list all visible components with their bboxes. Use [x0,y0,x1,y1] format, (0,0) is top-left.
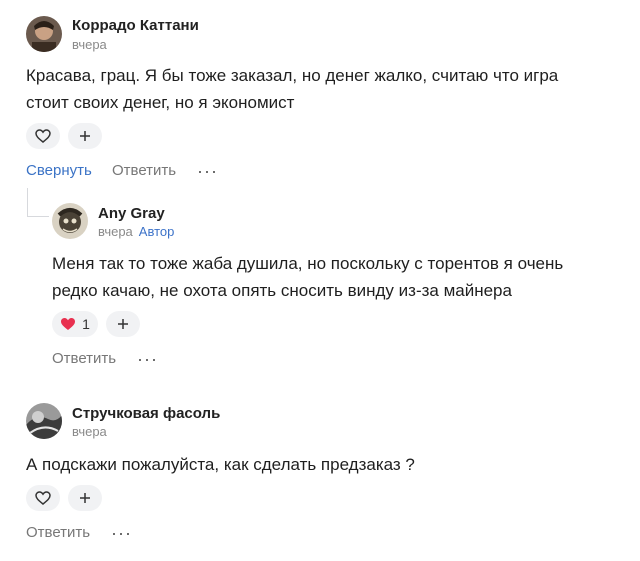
like-button[interactable] [26,123,60,149]
reply-author[interactable]: Any Gray [98,205,165,222]
more-icon[interactable]: ··· [197,162,218,180]
heart-icon [35,129,51,143]
add-reaction-button[interactable] [68,123,102,149]
like-button[interactable] [26,485,60,511]
avatar[interactable] [52,203,88,239]
like-button[interactable]: 1 [52,311,98,337]
reply-button[interactable]: Ответить [112,162,176,179]
comment-author[interactable]: Коррадо Каттани [72,17,199,34]
heart-filled-icon [61,318,76,330]
more-icon[interactable]: ··· [111,524,132,542]
reply-meta: вчера Автор [98,224,174,239]
heart-icon [35,491,51,505]
reply-time: вчера [98,224,133,239]
reply-button[interactable]: Ответить [26,524,90,541]
add-reaction-button[interactable] [106,311,140,337]
reply-button[interactable]: Ответить [52,350,116,367]
comment-text-line2: стоит своих денег, но я экономист [26,93,295,112]
reply-text-line2: редко качаю, не охота опять сносить винд… [52,281,512,300]
plus-icon [118,319,128,329]
comment-time: вчера [72,424,107,439]
comment-author[interactable]: Стручковая фасоль [72,405,220,422]
thread-connector [27,216,49,217]
comment-text: Красава, грац. Я бы тоже заказал, но ден… [26,66,559,85]
author-badge: Автор [138,224,175,239]
add-reaction-button[interactable] [68,485,102,511]
avatar[interactable] [26,403,62,439]
reply-text: Меня так то тоже жаба душила, но посколь… [52,254,564,273]
plus-icon [80,493,90,503]
comment-time: вчера [72,37,107,52]
plus-icon [80,131,90,141]
thread-line [27,188,28,216]
like-count: 1 [82,316,90,332]
avatar[interactable] [26,16,62,52]
more-icon[interactable]: ··· [137,350,158,368]
comment-text: А подскажи пожалуйста, как сделать предз… [26,455,415,474]
collapse-button[interactable]: Свернуть [26,162,92,179]
